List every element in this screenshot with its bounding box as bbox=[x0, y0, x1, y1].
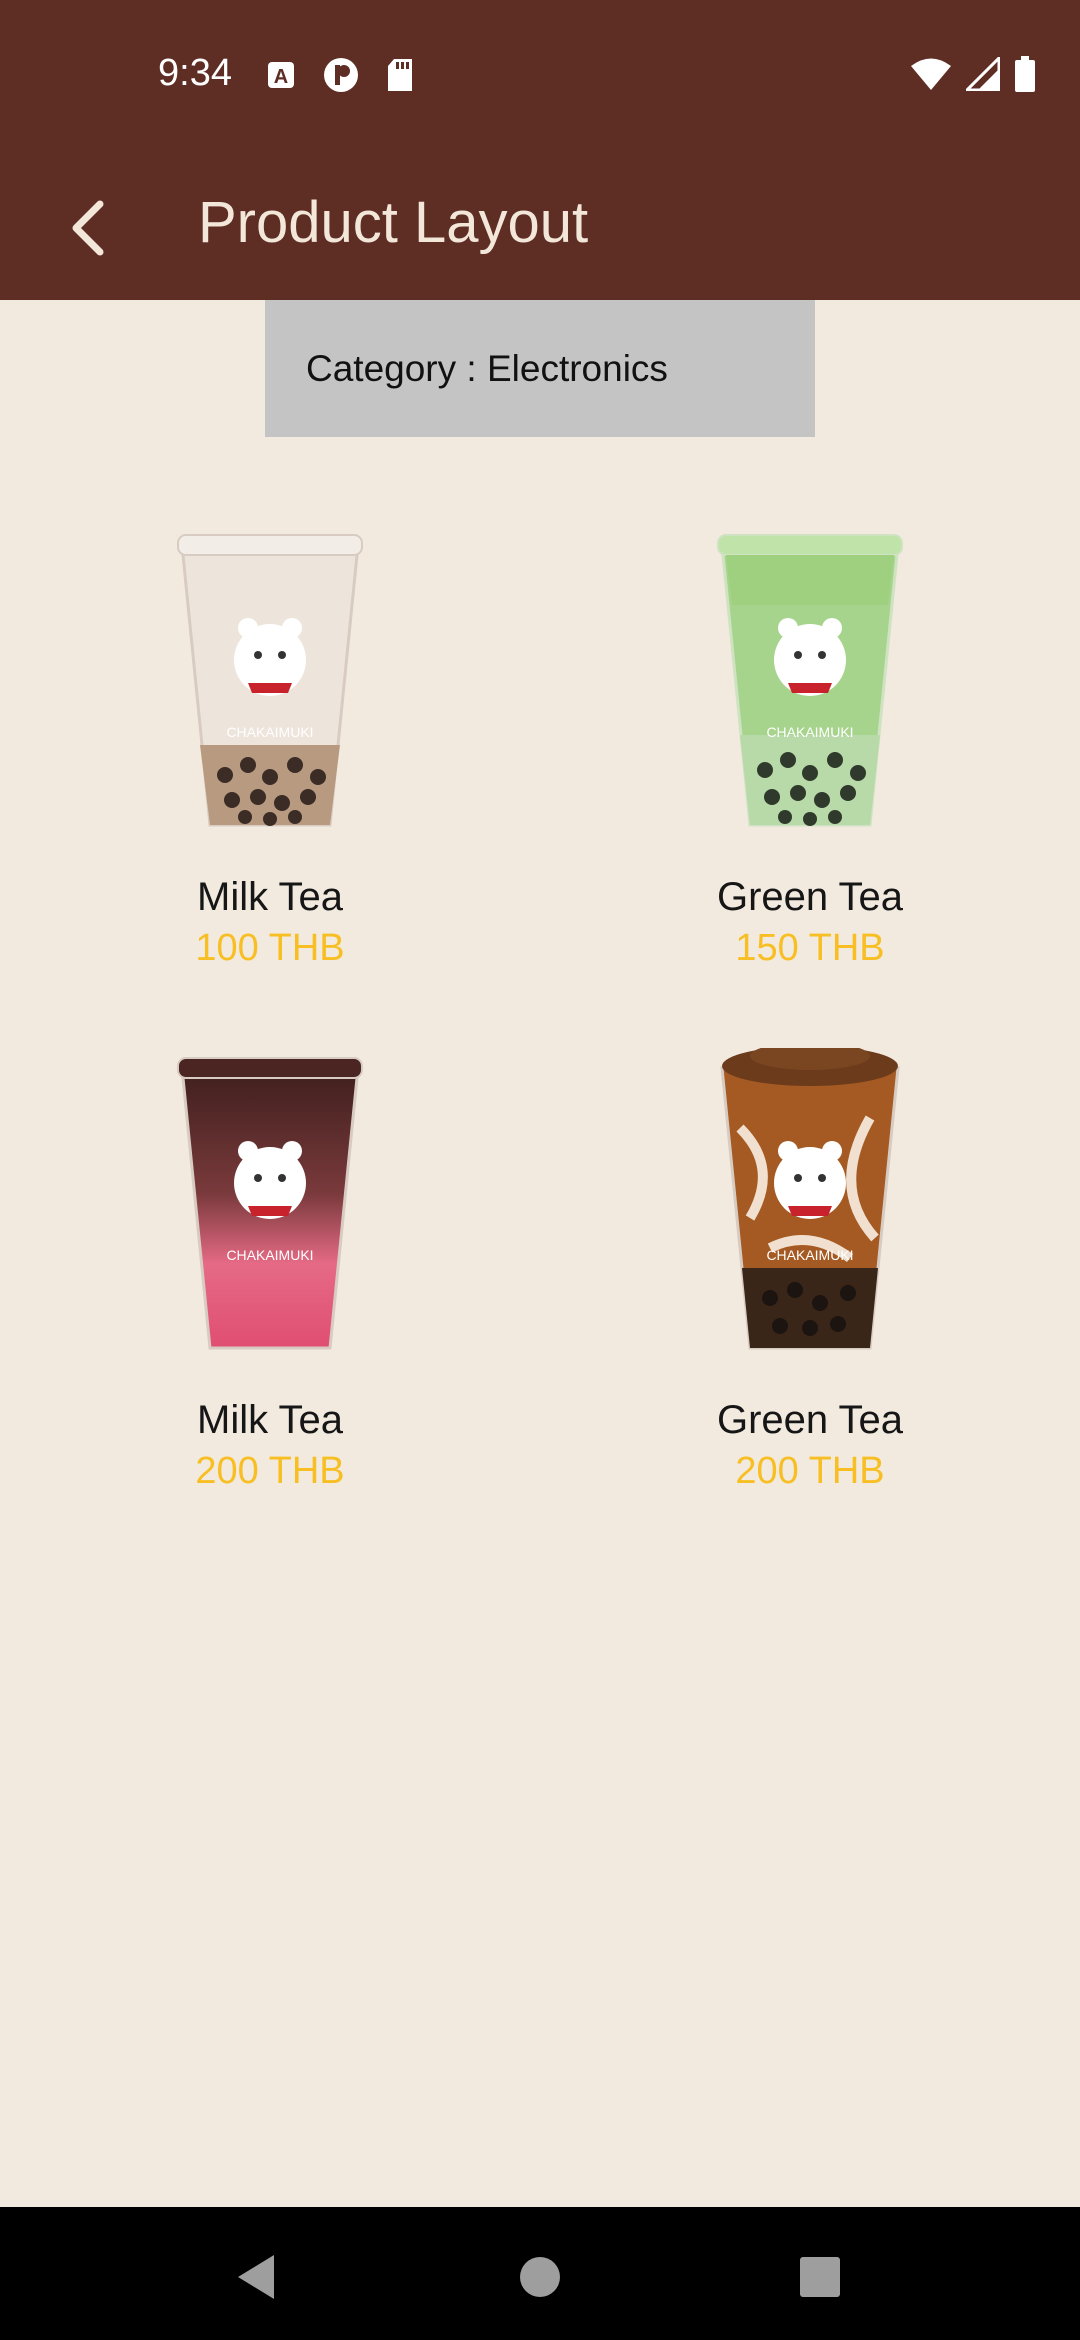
circle-p-icon bbox=[322, 56, 360, 99]
product-price: 200 THB bbox=[195, 1450, 345, 1492]
svg-text:A: A bbox=[274, 66, 288, 88]
nav-back-button[interactable] bbox=[226, 2247, 286, 2307]
sd-card-icon bbox=[386, 58, 414, 97]
milk-tea-cup-image: CHAKAIMUKI bbox=[70, 525, 470, 865]
product-price: 100 THB bbox=[195, 927, 345, 969]
page-title: Product Layout bbox=[198, 190, 589, 255]
app-bar: Product Layout bbox=[0, 150, 1080, 300]
svg-text:CHAKAIMUKI: CHAKAIMUKI bbox=[226, 1247, 313, 1263]
product-card[interactable]: CHAKAIMUKI Green Tea 150 THB bbox=[610, 525, 1010, 979]
product-card[interactable]: CHAKAIMUKI Milk Tea 100 THB bbox=[70, 525, 470, 979]
category-label: Category : Electronics bbox=[306, 347, 668, 389]
status-time: 9:34 bbox=[158, 52, 232, 94]
wifi-icon bbox=[910, 57, 952, 96]
product-name: Milk Tea bbox=[197, 875, 343, 919]
product-card[interactable]: CHAKAIMUKI Milk Tea 200 THB bbox=[70, 1048, 470, 1502]
category-selector[interactable]: Category : Electronics bbox=[265, 300, 815, 437]
product-price: 150 THB bbox=[735, 927, 885, 969]
status-bar: 9:34 A bbox=[0, 0, 1080, 150]
svg-text:CHAKAIMUKI: CHAKAIMUKI bbox=[766, 1247, 853, 1263]
system-nav-bar bbox=[0, 2207, 1080, 2340]
status-system-icons bbox=[910, 54, 1036, 97]
status-notification-icons: A bbox=[266, 56, 414, 99]
home-circle-icon bbox=[520, 2257, 560, 2297]
svg-text:CHAKAIMUKI: CHAKAIMUKI bbox=[226, 724, 313, 740]
battery-icon bbox=[1014, 56, 1036, 97]
product-price: 200 THB bbox=[735, 1450, 885, 1492]
brown-sugar-tea-cup-image: CHAKAIMUKI bbox=[610, 1048, 1010, 1388]
product-name: Green Tea bbox=[716, 1398, 904, 1442]
back-button[interactable] bbox=[48, 188, 128, 268]
pink-milk-tea-cup-image: CHAKAIMUKI bbox=[70, 1048, 470, 1388]
text-a-icon: A bbox=[266, 60, 296, 95]
nav-recents-button[interactable] bbox=[790, 2247, 850, 2307]
product-card[interactable]: CHAKAIMUKI Green Tea 200 THB bbox=[610, 1048, 1010, 1502]
product-name: Milk Tea bbox=[197, 1398, 343, 1442]
green-tea-cup-image: CHAKAIMUKI bbox=[610, 525, 1010, 865]
signal-icon bbox=[963, 54, 1001, 96]
back-arrow-icon bbox=[72, 200, 104, 256]
svg-text:CHAKAIMUKI: CHAKAIMUKI bbox=[766, 724, 853, 740]
product-name: Green Tea bbox=[716, 875, 904, 919]
back-triangle-icon bbox=[238, 2255, 274, 2299]
nav-home-button[interactable] bbox=[510, 2247, 570, 2307]
recents-square-icon bbox=[800, 2257, 840, 2297]
